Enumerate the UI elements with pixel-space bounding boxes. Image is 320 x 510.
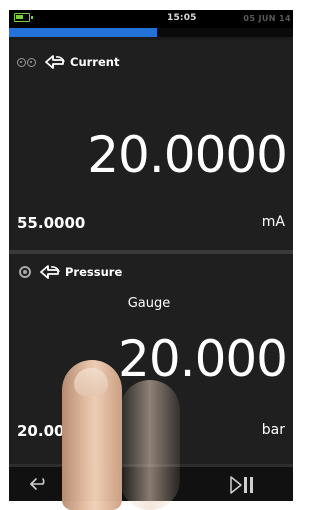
channel-indicator-icon [19, 266, 31, 278]
pressure-secondary-value: 20.00 [17, 422, 65, 440]
current-label: Current [70, 55, 120, 69]
finger-nail [74, 368, 108, 396]
finger-motion-blur [120, 380, 180, 510]
source-arrow-icon [45, 55, 65, 69]
channel-indicator-icon [17, 57, 26, 67]
battery-icon [14, 13, 33, 22]
pressure-panel-header: Pressure [19, 264, 122, 280]
current-secondary-value: 55.0000 [17, 214, 86, 232]
channel-indicator-icon [27, 57, 36, 67]
finger [62, 360, 122, 510]
clock: 15:05 [167, 13, 197, 23]
source-arrow-icon [40, 265, 60, 279]
date: 05 JUN 14 [243, 14, 291, 23]
current-value: 20.0000 [87, 126, 288, 184]
current-unit: mA [261, 214, 285, 230]
play-pause-icon[interactable] [229, 475, 255, 495]
pressure-unit: bar [261, 422, 285, 438]
pressure-mode-label: Gauge [127, 296, 171, 311]
device-frame: 15:05 05 JUN 14 Current 20.0000 55.0000 … [0, 0, 300, 510]
progress-fill [9, 28, 157, 37]
current-panel-header: Current [17, 54, 119, 70]
back-arrow-icon[interactable] [29, 475, 51, 493]
current-panel[interactable]: Current 20.0000 55.0000 mA [9, 40, 293, 250]
battery-fill [16, 15, 23, 19]
pressure-value: 20.000 [118, 330, 288, 388]
progress-bar [9, 28, 293, 37]
status-bar: 15:05 05 JUN 14 [9, 10, 293, 28]
pressure-label: Pressure [65, 265, 123, 279]
